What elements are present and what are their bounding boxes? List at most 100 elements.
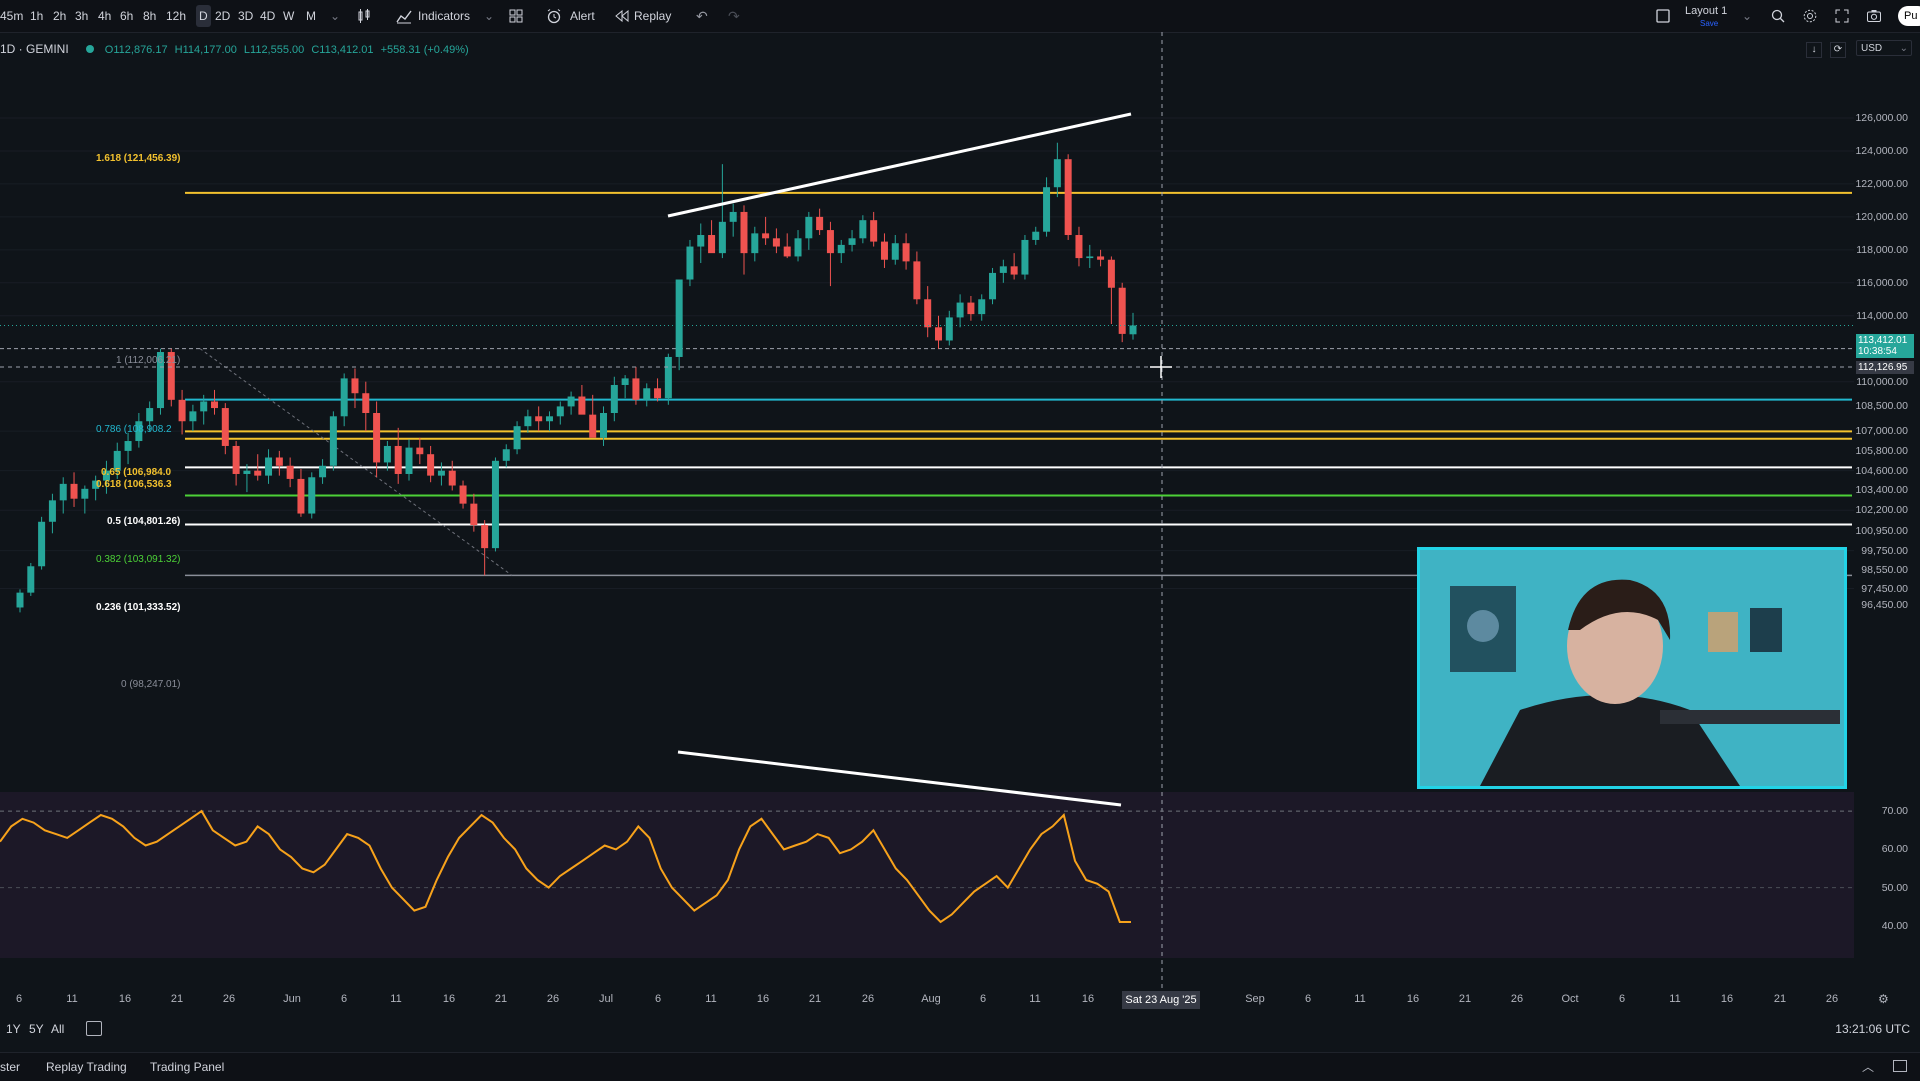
layout-square-icon[interactable] [1655, 8, 1671, 24]
interval-w[interactable]: W [283, 0, 294, 32]
candle [1032, 226, 1040, 245]
time-axis-label: 11 [1669, 993, 1681, 1005]
interval-12h[interactable]: 12h [166, 0, 186, 32]
date-range-bar: 1Y 5Y All 13:21:06 UTC [0, 1018, 1920, 1040]
candle [848, 230, 856, 252]
utc-clock[interactable]: 13:21:06 UTC [1835, 1022, 1910, 1036]
indicators-dropdown-icon[interactable]: ⌄ [484, 0, 494, 32]
candle [751, 226, 759, 262]
time-axis-label: Oct [1561, 993, 1579, 1005]
candle [351, 368, 359, 409]
replay-button[interactable]: Replay [634, 0, 671, 32]
time-axis-label: 21 [170, 993, 184, 1005]
chart-type-icon[interactable] [356, 8, 372, 24]
currency-selector[interactable]: USD ⌄ [1856, 40, 1912, 56]
price-axis-label: 104,600.00 [1855, 464, 1908, 477]
time-axis-label: Sep [1245, 993, 1265, 1005]
interval-8h[interactable]: 8h [143, 0, 156, 32]
candle [1086, 244, 1094, 268]
candle [816, 208, 824, 236]
time-axis-label: 16 [1720, 993, 1734, 1005]
go-to-date-calendar-icon[interactable] [86, 1021, 102, 1036]
interval-2h[interactable]: 2h [53, 0, 66, 32]
collapse-panel-chevron-icon[interactable]: ︿ [1862, 1058, 1874, 1075]
interval-4d[interactable]: 4D [260, 0, 275, 32]
candle [265, 449, 273, 484]
interval-6h[interactable]: 6h [120, 0, 133, 32]
indicators-button[interactable]: Indicators [418, 0, 470, 32]
timezone-settings-icon[interactable]: ⚙ [1878, 992, 1889, 1006]
alert-button[interactable]: Alert [570, 0, 595, 32]
range-5y[interactable]: 5Y [29, 1022, 44, 1036]
rising-trendline[interactable] [667, 112, 1132, 218]
range-1y[interactable]: 1Y [6, 1022, 21, 1036]
tab-trading-panel[interactable]: Trading Panel [150, 1060, 224, 1074]
currency-label: USD [1861, 43, 1883, 54]
candle [513, 421, 521, 455]
interval-dropdown-chevron-icon[interactable]: ⌄ [330, 0, 340, 32]
webcam-video-frame [1420, 550, 1844, 786]
interval-3h[interactable]: 3h [75, 0, 88, 32]
candle [999, 259, 1007, 283]
candle [924, 286, 932, 338]
price-chart[interactable] [0, 32, 1854, 990]
interval-45m[interactable]: 45m [0, 0, 23, 32]
currency-chevron-icon: ⌄ [1899, 43, 1908, 54]
time-axis-label: 26 [222, 993, 236, 1005]
interval-3d[interactable]: 3D [238, 0, 253, 32]
time-axis-label: 21 [1773, 993, 1787, 1005]
fib-label-0382: 0.382 (103,091.32) [96, 554, 181, 565]
time-axis-label: 21 [494, 993, 508, 1005]
download-icon[interactable]: ↓ [1806, 42, 1822, 58]
candle [718, 164, 726, 259]
quick-search-icon[interactable] [1770, 8, 1786, 24]
redo-icon[interactable]: ↷ [728, 0, 740, 32]
undo-icon[interactable]: ↶ [696, 0, 708, 32]
candle [27, 562, 35, 596]
range-all[interactable]: All [51, 1022, 64, 1036]
interval-1h[interactable]: 1h [30, 0, 43, 32]
candle [880, 233, 888, 268]
time-axis[interactable]: 6 11 16 21 26 Jun 6 11 16 21 26 Jul 6 11 16 21 26 Aug 6 11 1… [0, 990, 1854, 1010]
rsi-axis-label: 50.00 [1881, 881, 1908, 894]
tab-screener[interactable]: ster [0, 1060, 20, 1074]
maximize-panel-icon[interactable] [1893, 1060, 1907, 1072]
price-axis-label: 114,000.00 [1856, 309, 1908, 322]
interval-2d[interactable]: 2D [215, 0, 230, 32]
tab-replay-trading[interactable]: Replay Trading [46, 1060, 127, 1074]
price-axis-label: 124,000.00 [1855, 144, 1908, 157]
interval-4h[interactable]: 4h [98, 0, 111, 32]
interval-m[interactable]: M [306, 0, 316, 32]
candle [1010, 253, 1018, 280]
candle [1118, 282, 1126, 343]
bar-countdown: 10:38:54 [1858, 346, 1897, 357]
layout-dropdown-icon[interactable]: ⌄ [1742, 0, 1752, 32]
fib-label-065: 0.65 (106,984.0 [101, 467, 172, 478]
publish-button[interactable]: Pu [1898, 6, 1920, 26]
candle [221, 403, 229, 455]
candle [556, 401, 564, 425]
replay-rewind-icon[interactable] [614, 8, 630, 24]
fullscreen-icon[interactable] [1834, 8, 1850, 24]
price-axis-label: 103,400.00 [1855, 484, 1908, 497]
auto-scale-icon[interactable]: ⟳ [1830, 42, 1846, 58]
settings-gear-icon[interactable] [1802, 8, 1818, 24]
interval-d[interactable]: D [196, 5, 211, 27]
candle [610, 376, 618, 422]
time-axis-label: 26 [546, 993, 560, 1005]
fib-label-0618: 0.618 (106,536.3 [96, 479, 172, 490]
indicators-icon[interactable] [396, 8, 412, 24]
camera-snapshot-icon[interactable] [1866, 8, 1882, 24]
price-axis-label: 116,000.00 [1856, 276, 1908, 289]
candle [967, 295, 975, 321]
alert-clock-icon[interactable] [546, 8, 562, 24]
time-axis-label: 26 [1510, 993, 1524, 1005]
candle [232, 441, 240, 486]
candle [729, 203, 737, 237]
price-axis[interactable]: USD ⌄ 126,000.00 124,000.00 122,000.00 120,0… [1854, 32, 1920, 990]
candle [978, 294, 986, 321]
templates-grid-icon[interactable] [508, 8, 524, 24]
candle [470, 493, 478, 532]
grid [0, 117, 1854, 590]
candle [308, 472, 316, 519]
